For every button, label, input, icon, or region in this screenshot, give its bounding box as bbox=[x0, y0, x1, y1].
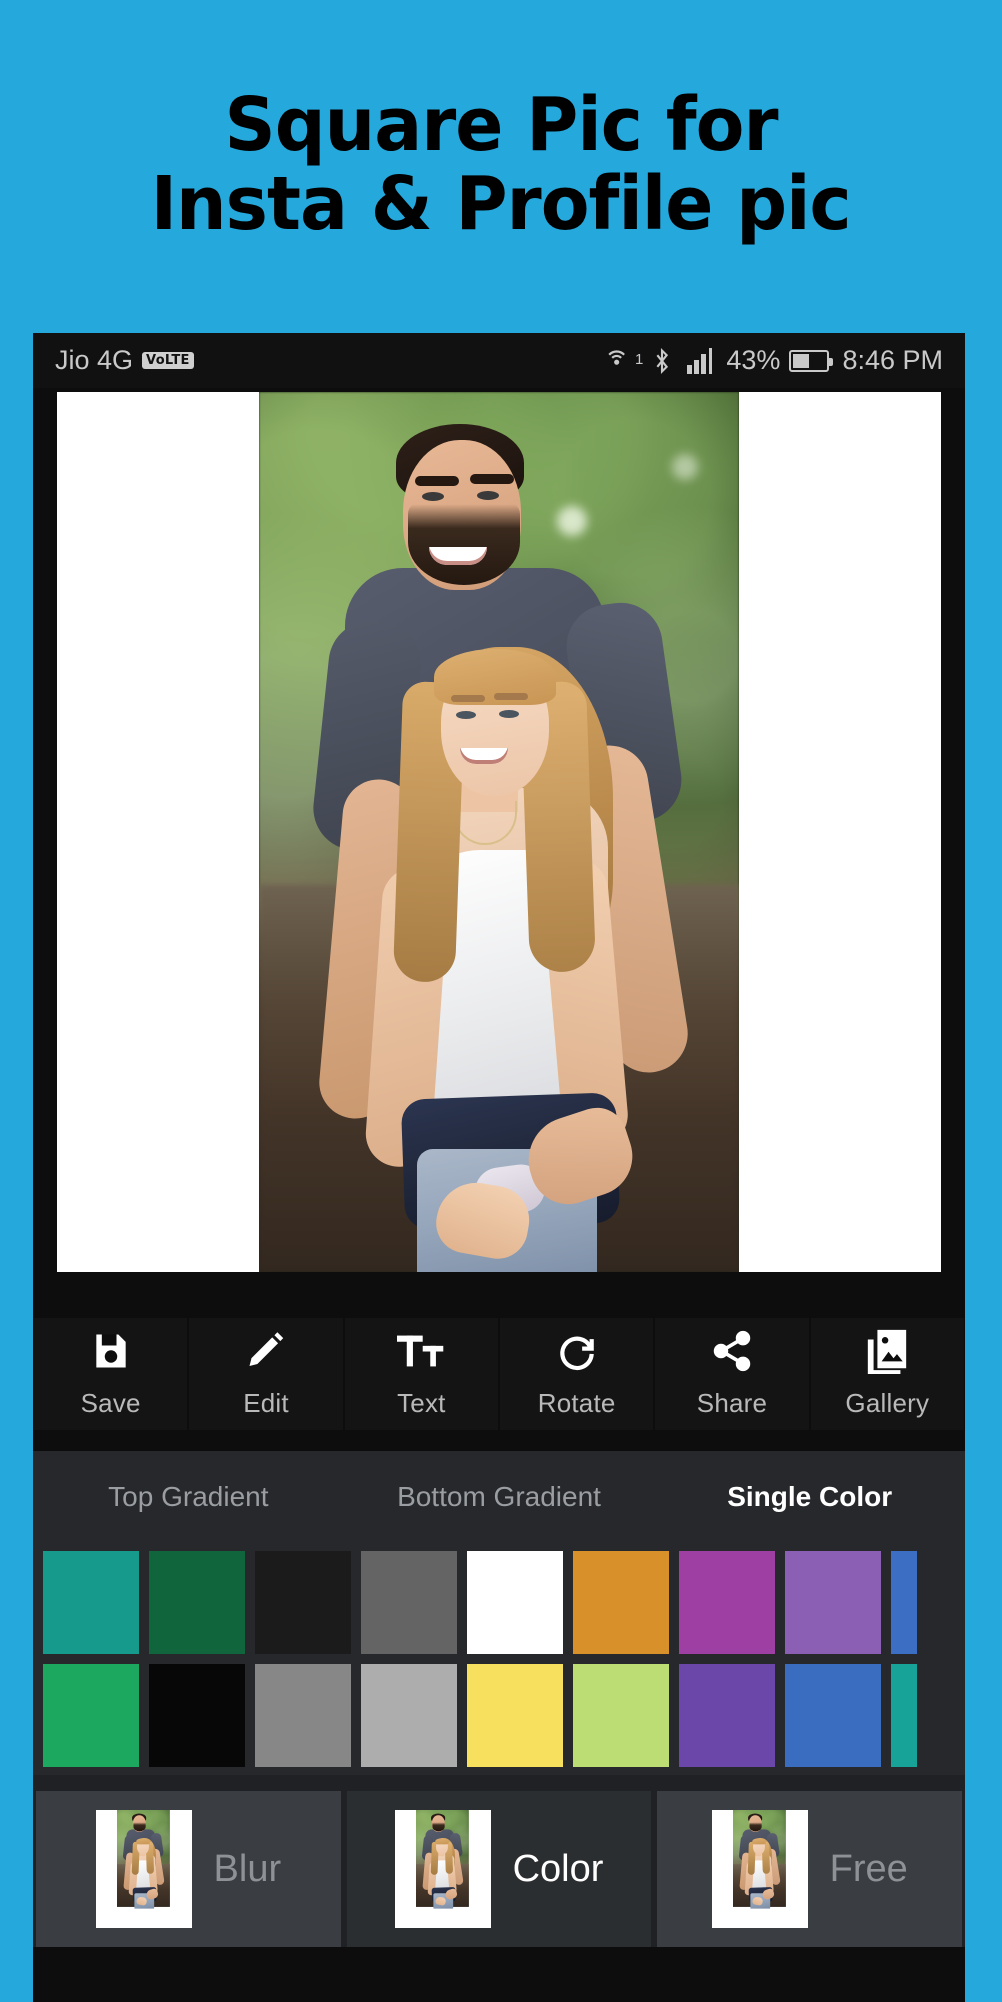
hotspot-count-superscript: 1 bbox=[635, 351, 644, 368]
rotate-button[interactable]: Rotate bbox=[499, 1317, 654, 1430]
color-swatch[interactable] bbox=[255, 1664, 351, 1767]
color-swatch[interactable] bbox=[43, 1551, 139, 1654]
text-label: Text bbox=[397, 1388, 446, 1418]
bluetooth-icon bbox=[652, 347, 672, 375]
thumbnail-photo bbox=[415, 1810, 470, 1928]
gallery-image-icon bbox=[864, 1328, 910, 1374]
nav-label-blur: Blur bbox=[213, 1847, 282, 1890]
hotspot-icon bbox=[604, 347, 634, 375]
save-button[interactable]: Save bbox=[34, 1317, 188, 1430]
nav-item-blur[interactable]: Blur bbox=[36, 1791, 341, 1947]
couple-photo[interactable] bbox=[259, 392, 739, 1272]
image-canvas[interactable] bbox=[57, 392, 941, 1272]
color-swatch[interactable] bbox=[361, 1551, 457, 1654]
status-bar: Jio 4G VoLTE 1 43% 8:46 PM bbox=[33, 333, 965, 388]
status-bar-left: Jio 4G VoLTE bbox=[55, 345, 194, 376]
share-label: Share bbox=[696, 1388, 768, 1418]
text-button[interactable]: Text bbox=[344, 1317, 498, 1430]
thumbnail-color bbox=[394, 1810, 491, 1928]
swatch-row-2 bbox=[43, 1664, 965, 1767]
swatch-row-1 bbox=[43, 1551, 965, 1654]
promo-title-line-2: Insta & Profile pic bbox=[150, 161, 852, 247]
color-swatch[interactable] bbox=[467, 1664, 563, 1767]
volte-badge: VoLTE bbox=[142, 352, 194, 369]
color-swatch[interactable] bbox=[43, 1664, 139, 1767]
man-eyebrow-right bbox=[470, 473, 515, 484]
color-swatch[interactable] bbox=[361, 1664, 457, 1767]
color-swatch[interactable] bbox=[573, 1551, 669, 1654]
color-swatch[interactable] bbox=[785, 1664, 881, 1767]
nav-label-color: Color bbox=[512, 1847, 604, 1890]
carrier-label: Jio 4G bbox=[55, 345, 134, 375]
color-swatch[interactable] bbox=[149, 1664, 245, 1767]
color-swatch[interactable] bbox=[679, 1664, 775, 1767]
phone-screenshot: Jio 4G VoLTE 1 43% 8:46 PM Save Edit Tex… bbox=[33, 333, 965, 2002]
gallery-label: Gallery bbox=[845, 1388, 930, 1418]
color-swatch-partial[interactable] bbox=[891, 1551, 917, 1654]
share-nodes-icon bbox=[710, 1328, 754, 1374]
thumbnail-photo bbox=[732, 1810, 787, 1928]
color-swatch-grid[interactable] bbox=[33, 1543, 965, 1775]
rotate-label: Rotate bbox=[537, 1388, 616, 1418]
color-swatch[interactable] bbox=[573, 1664, 669, 1767]
battery-icon bbox=[789, 349, 834, 372]
editor-toolbar: Save Edit Text Rotate Share Gallery bbox=[33, 1296, 965, 1451]
status-bar-right: 1 43% 8:46 PM bbox=[604, 345, 943, 376]
color-swatch[interactable] bbox=[467, 1551, 563, 1654]
woman-smile bbox=[459, 747, 508, 764]
thumbnail-blur bbox=[95, 1810, 192, 1928]
edit-label: Edit bbox=[243, 1388, 289, 1418]
save-floppy-icon bbox=[89, 1328, 133, 1374]
mode-bottom-nav: Blur Color Free bbox=[33, 1775, 965, 1947]
nav-item-color[interactable]: Color bbox=[346, 1791, 652, 1947]
color-swatch[interactable] bbox=[679, 1551, 775, 1654]
clock-label: 8:46 PM bbox=[842, 345, 943, 375]
rotate-cw-icon bbox=[555, 1328, 599, 1374]
woman-eyebrow-left bbox=[451, 694, 485, 702]
nav-item-free[interactable]: Free bbox=[657, 1791, 963, 1947]
editor-stage bbox=[33, 388, 965, 1296]
thumbnail-photo bbox=[116, 1810, 171, 1928]
color-swatch[interactable] bbox=[149, 1551, 245, 1654]
save-label: Save bbox=[80, 1388, 141, 1418]
share-button[interactable]: Share bbox=[655, 1317, 809, 1430]
thumbnail-free bbox=[711, 1810, 808, 1928]
nav-label-free: Free bbox=[829, 1847, 908, 1890]
edit-button[interactable]: Edit bbox=[189, 1317, 343, 1430]
man-eye-right bbox=[477, 490, 500, 500]
man-eyebrow-left bbox=[415, 476, 459, 487]
color-swatch[interactable] bbox=[255, 1551, 351, 1654]
woman-eye-right bbox=[499, 709, 519, 718]
pencil-icon bbox=[244, 1328, 288, 1374]
tab-top-gradient[interactable]: Top Gradient bbox=[33, 1481, 344, 1513]
signal-bars-icon bbox=[687, 347, 717, 374]
man-beard bbox=[407, 499, 520, 586]
background-mode-tabs: Top Gradient Bottom Gradient Single Colo… bbox=[33, 1451, 965, 1543]
color-swatch-partial[interactable] bbox=[891, 1664, 917, 1767]
promo-banner: Square Pic for Insta & Profile pic bbox=[0, 0, 1002, 330]
tab-single-color[interactable]: Single Color bbox=[654, 1481, 965, 1513]
bokeh-highlight bbox=[671, 453, 698, 480]
woman-eyebrow-right bbox=[494, 692, 529, 700]
color-swatch[interactable] bbox=[785, 1551, 881, 1654]
promo-title-line-1: Square Pic for bbox=[224, 81, 778, 168]
battery-percent-label: 43% bbox=[726, 345, 781, 375]
tab-bottom-gradient[interactable]: Bottom Gradient bbox=[344, 1481, 655, 1513]
text-tt-icon bbox=[397, 1328, 445, 1374]
gallery-button[interactable]: Gallery bbox=[810, 1317, 964, 1430]
bokeh-highlight bbox=[556, 506, 587, 537]
